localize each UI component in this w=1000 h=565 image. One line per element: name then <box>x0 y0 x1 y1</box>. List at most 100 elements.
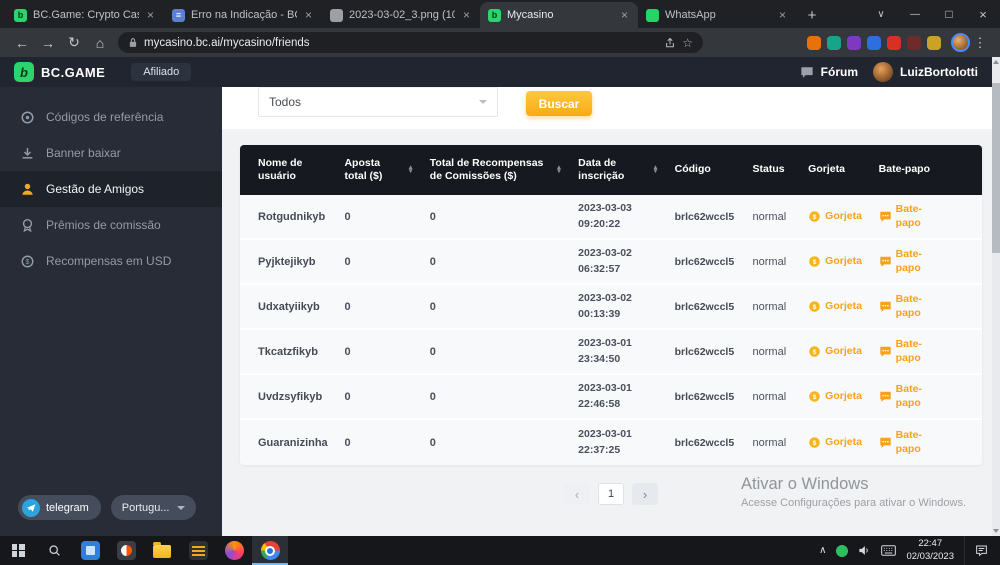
pagination-prev-button[interactable]: ‹ <box>564 483 590 505</box>
window-maximize-button[interactable]: □ <box>932 0 966 28</box>
tip-link[interactable]: Gorjeta <box>825 345 862 359</box>
tab-afiliado[interactable]: Afiliado <box>131 63 191 81</box>
chat-bubble-icon <box>879 437 892 449</box>
extension-icon[interactable] <box>847 36 861 50</box>
sort-icon[interactable]: ▲▼ <box>407 166 413 174</box>
column-header[interactable]: Total de Recompensas de Comissões ($) ▲▼ <box>422 157 570 183</box>
taskbar-app-brave-icon[interactable] <box>108 536 144 565</box>
speaker-icon[interactable] <box>858 545 871 556</box>
window-minimize-button[interactable]: — <box>898 0 932 28</box>
tab-close-icon[interactable]: × <box>619 8 630 22</box>
coin-icon: $ <box>808 255 821 268</box>
taskbar-search-icon[interactable] <box>36 536 72 565</box>
browser-menu-icon[interactable]: ⋮ <box>970 35 990 51</box>
tab-close-icon[interactable]: × <box>303 8 314 22</box>
taskbar-file-explorer-icon[interactable] <box>144 536 180 565</box>
browser-tab[interactable]: WhatsApp × <box>638 2 796 28</box>
tab-close-icon[interactable]: × <box>145 8 156 22</box>
taskbar-app-blue-icon[interactable] <box>72 536 108 565</box>
tab-title: Erro na Indicação - BC.Game <box>191 9 297 21</box>
forward-icon[interactable]: → <box>36 35 60 51</box>
table-row: Rotgudnikyb 0 0 2023-03-03 09:20:22 brlc… <box>240 195 982 240</box>
share-icon[interactable] <box>664 37 676 49</box>
extension-icon[interactable] <box>927 36 941 50</box>
filter-select[interactable]: Todos <box>258 87 498 117</box>
column-header[interactable]: Status ▲▼ <box>745 163 801 176</box>
tray-whatsapp-icon[interactable] <box>836 545 848 557</box>
column-header[interactable]: Gorjeta ▲▼ <box>800 163 870 176</box>
brand-title[interactable]: BC.GAME <box>41 65 105 80</box>
coin-icon: $ <box>808 300 821 313</box>
keyboard-icon[interactable] <box>881 545 896 556</box>
search-button[interactable]: Buscar <box>526 91 592 116</box>
column-header[interactable]: Aposta total ($) ▲▼ <box>336 157 421 183</box>
svg-text:$: $ <box>813 349 817 356</box>
start-button[interactable] <box>0 536 36 565</box>
scrollbar-down-icon[interactable] <box>992 526 1000 536</box>
tip-link[interactable]: Gorjeta <box>825 436 862 450</box>
action-center-icon[interactable] <box>964 536 996 565</box>
extension-icon[interactable] <box>827 36 841 50</box>
chat-link[interactable]: Bate-papo <box>896 248 936 275</box>
extension-icon[interactable] <box>807 36 821 50</box>
chat-link[interactable]: Bate-papo <box>896 338 936 365</box>
scrollbar-up-icon[interactable] <box>992 57 1000 67</box>
tip-link[interactable]: Gorjeta <box>825 210 862 224</box>
bcgame-logo-icon[interactable]: b <box>14 62 34 82</box>
taskbar-chrome-icon[interactable] <box>252 536 288 565</box>
user-avatar[interactable] <box>873 62 893 82</box>
column-header[interactable]: Nome de usuário ▲▼ <box>240 157 336 183</box>
chat-link[interactable]: Bate-papo <box>896 203 936 230</box>
sort-icon[interactable]: ▲▼ <box>652 166 658 174</box>
cell-tip: $ Gorjeta <box>800 390 870 404</box>
signup-date: 2023-03-03 <box>578 201 658 217</box>
bookmark-star-icon[interactable]: ☆ <box>682 36 693 50</box>
column-header[interactable]: Bate-papo ▲▼ <box>871 163 982 176</box>
sort-icon[interactable]: ▲▼ <box>556 166 562 174</box>
telegram-button[interactable]: telegram <box>18 495 101 520</box>
tip-link[interactable]: Gorjeta <box>825 255 862 269</box>
tray-chevron-icon[interactable]: ∧ <box>819 545 826 556</box>
scrollbar[interactable] <box>992 57 1000 536</box>
chat-link[interactable]: Bate-papo <box>896 383 936 410</box>
chat-link[interactable]: Bate-papo <box>896 429 936 456</box>
reload-icon[interactable]: ↻ <box>62 34 86 51</box>
window-close-button[interactable]: × <box>966 0 1000 28</box>
pagination-page-1[interactable]: 1 <box>598 483 624 505</box>
back-icon[interactable]: ← <box>10 35 34 51</box>
tab-search-chevron-icon[interactable]: ∨ <box>864 0 898 28</box>
signup-time: 22:46:58 <box>578 397 658 413</box>
language-selector[interactable]: Portugu... <box>111 495 196 520</box>
extension-icon[interactable] <box>887 36 901 50</box>
column-header[interactable]: Data de inscrição ▲▼ <box>570 157 666 183</box>
extension-icon[interactable] <box>907 36 921 50</box>
browser-tab[interactable]: b Mycasino × <box>480 2 638 28</box>
browser-tab[interactable]: ≡ Erro na Indicação - BC.Game × <box>164 2 322 28</box>
new-tab-button[interactable]: + <box>800 3 824 27</box>
sidebar-item-usd-rewards[interactable]: $ Recompensas em USD <box>0 243 222 279</box>
taskbar-app-firefox-icon[interactable] <box>216 536 252 565</box>
sidebar-item-friends-management[interactable]: Gestão de Amigos <box>0 171 222 207</box>
column-header[interactable]: Código ▲▼ <box>667 163 745 176</box>
sidebar-item-banner-download[interactable]: Banner baixar <box>0 135 222 171</box>
scrollbar-thumb[interactable] <box>992 83 1000 253</box>
tab-close-icon[interactable]: × <box>461 8 472 22</box>
tip-link[interactable]: Gorjeta <box>825 300 862 314</box>
browser-tab[interactable]: 2023-03-02_3.png (1024×76 × <box>322 2 480 28</box>
username-label[interactable]: LuizBortolotti <box>900 65 978 79</box>
address-bar[interactable]: mycasino.bc.ai/mycasino/friends ☆ <box>118 32 703 53</box>
chat-link[interactable]: Bate-papo <box>896 293 936 320</box>
home-icon[interactable]: ⌂ <box>88 35 112 51</box>
tab-close-icon[interactable]: × <box>777 8 788 22</box>
sidebar-item-commission-prizes[interactable]: Prêmios de comissão <box>0 207 222 243</box>
extension-icon[interactable] <box>867 36 881 50</box>
forum-link[interactable]: Fórum <box>821 65 858 79</box>
browser-tab[interactable]: b BC.Game: Crypto Casino Gam × <box>6 2 164 28</box>
taskbar-clock[interactable]: 22:47 02/03/2023 <box>906 538 954 563</box>
taskbar-app-editor-icon[interactable] <box>180 536 216 565</box>
cell-status: normal <box>745 437 801 449</box>
tip-link[interactable]: Gorjeta <box>825 390 862 404</box>
sidebar-item-referral-codes[interactable]: Códigos de referência <box>0 99 222 135</box>
pagination-next-button[interactable]: › <box>632 483 658 505</box>
browser-profile-avatar[interactable] <box>951 33 970 52</box>
